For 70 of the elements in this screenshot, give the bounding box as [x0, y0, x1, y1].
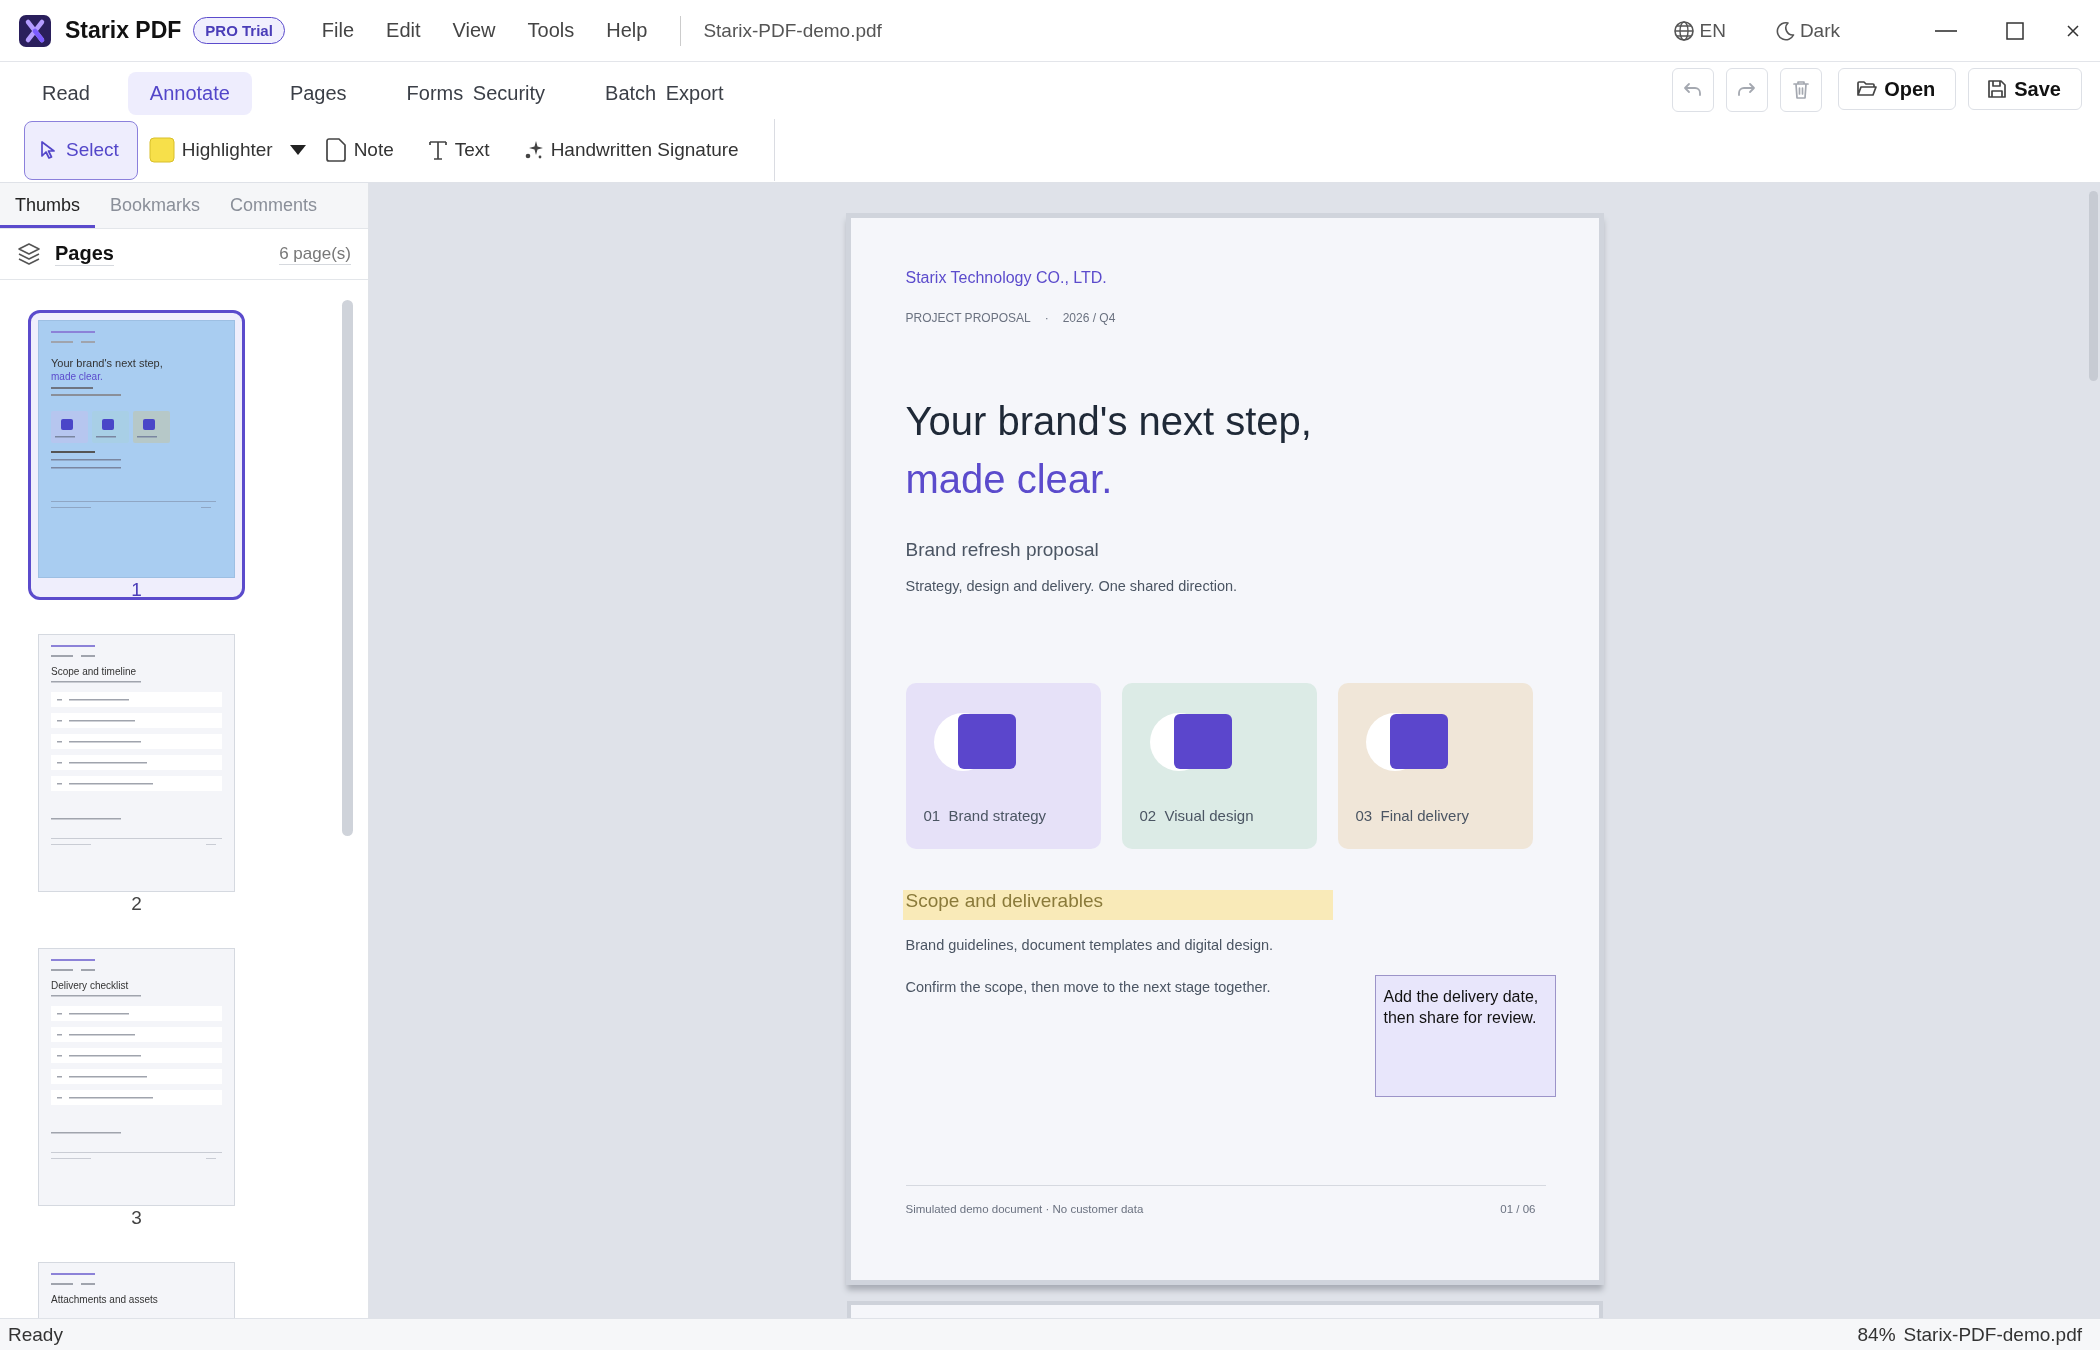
text-lines-drawing — [51, 959, 95, 971]
page-number: 01 / 06 — [1500, 1203, 1536, 1215]
text-lines-drawing — [51, 331, 95, 343]
document-name: Starix-PDF-demo.pdf — [703, 19, 882, 42]
thumbnail-page-number: 3 — [131, 1208, 142, 1228]
paragraph: Confirm the scope, then move to the next stage together. — [905, 978, 1271, 997]
document-meta: 2026 / Q4 — [1062, 311, 1116, 325]
card-label: 03 Final delivery — [1355, 807, 1470, 824]
theme-button[interactable]: Dark — [1773, 19, 1840, 42]
thumbnail-title: Delivery checklist — [51, 979, 130, 992]
logo-icon — [19, 14, 51, 47]
thumbnail-subtitle: made clear. — [51, 370, 104, 383]
thumbnail-page-number: 2 — [131, 894, 142, 914]
save-button[interactable]: Save — [1968, 68, 2082, 110]
zoom-level: 84% — [1857, 1323, 1896, 1346]
headline: Your brand's next step, — [905, 398, 1313, 445]
text-tool[interactable]: Text — [416, 120, 501, 180]
sidebar-tab[interactable]: Thumbs — [0, 183, 96, 228]
card-label: 01 Brand strategy — [923, 807, 1048, 824]
file-name: Starix-PDF-demo.pdf — [1903, 1323, 2082, 1346]
app-name: Starix PDF — [65, 17, 182, 44]
ribbon-tab[interactable]: Pages — [267, 71, 369, 115]
select-tool[interactable]: Select — [24, 120, 138, 180]
signature-tool[interactable]: Handwritten Signature — [512, 120, 750, 180]
menu-item[interactable]: View — [436, 19, 512, 42]
highlighter-swatch-icon — [148, 137, 175, 163]
sticky-note[interactable]: Add the delivery date, then share for review. — [1374, 975, 1556, 1097]
card-label: 02 Visual design — [1139, 807, 1255, 824]
ribbon-tab[interactable]: Annotate — [127, 71, 252, 115]
document-meta: PROJECT PROPOSAL — [905, 311, 1031, 325]
layers-icon — [17, 242, 41, 266]
menu-item[interactable]: Help — [590, 19, 664, 42]
language-button[interactable]: EN — [1673, 19, 1726, 42]
trial-badge: PRO Trial — [193, 17, 285, 44]
lead-text: Strategy, design and delivery. One shared direction. — [905, 577, 1239, 596]
open-button[interactable]: Open — [1838, 68, 1957, 110]
ribbon-tab[interactable]: Batch Export — [583, 71, 746, 115]
close-icon[interactable] — [2066, 23, 2080, 38]
globe-icon — [1673, 19, 1696, 42]
subtitle: Brand refresh proposal — [905, 538, 1100, 562]
sparkle-icon — [523, 140, 544, 160]
highlighted-heading[interactable]: Scope and deliverables — [902, 890, 1333, 920]
panel-title: Pages — [55, 242, 114, 266]
ribbon-tab[interactable]: Read — [20, 71, 112, 115]
thumbnail-title: Scope and timeline — [51, 665, 138, 678]
document-meta: · — [1044, 311, 1049, 325]
text-lines-drawing — [51, 645, 95, 657]
text-tool-icon — [427, 139, 448, 161]
paragraph: Brand guidelines, document templates and digital design. — [905, 936, 1274, 955]
menu-item[interactable]: File — [305, 19, 371, 42]
note-icon — [324, 138, 347, 162]
ribbon-tab[interactable]: Forms Security — [384, 71, 568, 115]
menu-item[interactable]: Edit — [370, 19, 437, 42]
highlighter-tool[interactable]: Highlighter — [137, 120, 284, 180]
scrollbar[interactable] — [2089, 191, 2098, 381]
headline-accent: made clear. — [905, 456, 1114, 503]
page-thumbnail[interactable]: Your brand's next step, made clear. 1 — [28, 310, 245, 600]
note-tool[interactable]: Note — [313, 120, 405, 180]
scrollbar[interactable] — [342, 300, 353, 836]
thumbnail-title: Attachments and assets — [51, 1293, 159, 1306]
footer-text: Simulated demo document · No customer data — [905, 1203, 1144, 1215]
status-text: Ready — [8, 1323, 63, 1346]
company-name: Starix Technology CO., LTD. — [905, 268, 1108, 288]
caret-icon[interactable] — [289, 145, 306, 155]
maximize-icon[interactable] — [2006, 21, 2024, 40]
thumbnail-title: Your brand's next step, — [51, 357, 164, 370]
menu-item[interactable]: Tools — [511, 19, 591, 42]
text-lines-drawing — [51, 1273, 95, 1285]
page-count: 6 page(s) — [279, 243, 351, 265]
thumbnail-page-number: 1 — [131, 580, 142, 600]
